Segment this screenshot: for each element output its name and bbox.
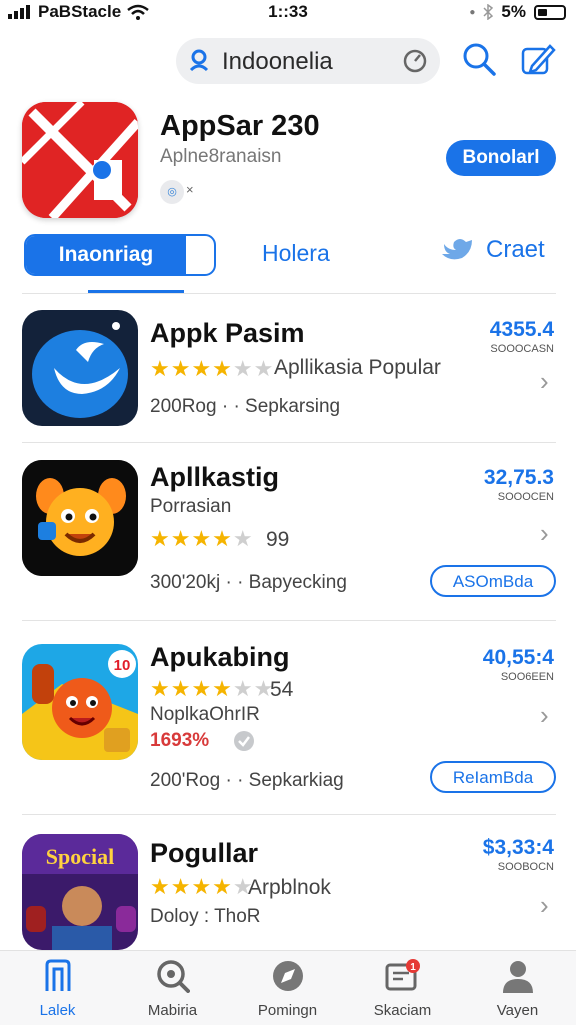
nav-item-vayen[interactable]: Vayen [460,959,575,1019]
app-rating-text-1: Apllikasia Popular [274,356,441,379]
app-price-sub-2: SOOOCEN [497,491,554,503]
star-rating-3: ★★★★★★ [150,676,274,702]
notification-badge: 1 [410,962,416,973]
app-price-2: 32,75.3 [483,466,554,489]
app-icon-badge: 10 [114,657,131,674]
divider [22,814,556,815]
stars-empty: ★★ [232,676,275,701]
app-subtitle-2: Porrasian [150,496,232,517]
app-icon-text: Spocial [46,844,114,869]
status-bar: PaBStacle 1::33 ● 5% [0,0,576,26]
app-logo-icon [22,102,138,218]
hero-badge-suffix: × [186,182,194,197]
divider [22,293,556,294]
bird-icon [442,239,472,260]
search-icon[interactable] [460,40,500,80]
hero-app-title: AppSar 230 [160,110,320,142]
nav-item-skaciam[interactable]: 1 Skaciam [345,959,460,1019]
message-icon: 1 [385,959,420,991]
app-subtitle-4: Doloy : ThoR [150,906,261,927]
nav-item-mabiria[interactable]: Mabiria [115,959,230,1019]
whale-icon [22,310,138,426]
app-icon-3[interactable]: 10 [22,644,138,760]
verified-icon [234,731,254,751]
app-title-2: Apllkastig [150,462,280,492]
search-input[interactable]: Indoonelia [222,48,333,76]
app-title-3: Apukabing [150,642,290,672]
discount-label: 1693% [150,730,210,751]
battery-percent: 5% [501,2,526,21]
chevron-right-icon[interactable]: › [540,366,549,397]
status-right: ● 5% [469,2,566,22]
nav-label: Skaciam [373,1002,432,1019]
bookmark-icon [45,959,70,991]
app-icon-4[interactable]: Spocial [22,834,138,950]
stars-empty: ★★ [232,356,275,381]
hero-app-subtitle: Aplne8ranaisn [160,146,282,167]
nav-label: Vayen [496,1002,539,1019]
tab-second[interactable]: Holera [262,240,330,267]
download-button[interactable]: Bonolarl [446,140,556,176]
tab-third-label: Craet [486,236,545,263]
app-title-1: Appk Pasim [150,318,305,348]
stars-full: ★★★★ [150,676,233,701]
app-rating-text-3: 54 [270,678,294,701]
app-price-sub-1: SOOOCASN [490,343,554,355]
stars-full: ★★★★ [150,356,233,381]
chevron-right-icon[interactable]: › [540,700,549,731]
divider [22,442,556,443]
bluetooth-icon [483,4,494,20]
app-subtitle-3: NoplkaOhrIR [150,704,260,725]
star-rating-1: ★★★★★★ [150,356,274,382]
mascot-icon [22,460,138,576]
app-action-button-3[interactable]: ReIamBda [430,761,556,793]
dot-icon: ● [469,6,476,18]
app-price-sub-4: SOOBOCN [497,861,554,873]
app-price-sub-3: SOO6EEN [500,671,554,683]
chevron-right-icon[interactable]: › [540,890,549,921]
star-rating-2: ★★★★★ [150,526,254,552]
refresh-icon[interactable] [402,48,428,74]
nav-item-lalek[interactable]: Lalek [0,959,115,1019]
app-action-button-2[interactable]: ASOmBda [430,565,556,597]
chevron-right-icon[interactable]: › [540,518,549,549]
app-rating-text-4: Arpblnok [248,876,331,899]
tab-third[interactable]: Craet [440,236,545,264]
badge-icon: ◎ [160,180,184,204]
person-icon [502,961,533,993]
app-price-3: 40,55:4 [482,646,554,669]
stars-full: ★★★★ [150,526,233,551]
app-icon-2[interactable] [22,460,138,576]
divider [22,620,556,621]
nav-label: Pomingn [257,1002,318,1019]
stars-empty: ★ [232,526,254,551]
app-meta-1: 200Rog · · Sepkarsing [150,396,341,417]
nav-label: Lalek [39,1002,76,1019]
tab-active[interactable]: Inaonriag [24,234,216,276]
bottom-nav: Lalek Mabiria Pomingn 1 Skaciam Vayen [0,950,576,1025]
cartoon-icon: 10 [22,644,138,760]
app-meta-2: 300'20kj · · Bapyecking [150,572,347,593]
app-title-4: Pogullar [150,838,259,868]
app-price-1: 4355.4 [489,318,554,341]
edit-icon[interactable] [518,40,558,80]
search-bar[interactable]: Indoonelia [176,38,440,84]
star-rating-4: ★★★★★ [150,874,254,900]
hero-app-icon[interactable] [22,102,138,218]
person-game-icon: Spocial [22,834,138,950]
app-rating-text-2: 99 [266,528,290,551]
tab-active-label: Inaonriag [26,236,186,274]
search-icon [156,960,190,993]
app-meta-3: 200'Rog · · Sepkarkiag [150,770,344,791]
stars-full: ★★★★ [150,874,233,899]
app-price-4: $3,33:4 [482,836,554,859]
location-pin-icon [189,49,209,72]
app-icon-1[interactable] [22,310,138,426]
nav-item-pomingn[interactable]: Pomingn [230,959,345,1019]
nav-label: Mabiria [147,1002,198,1019]
compass-icon [272,961,303,991]
battery-icon [534,4,566,20]
